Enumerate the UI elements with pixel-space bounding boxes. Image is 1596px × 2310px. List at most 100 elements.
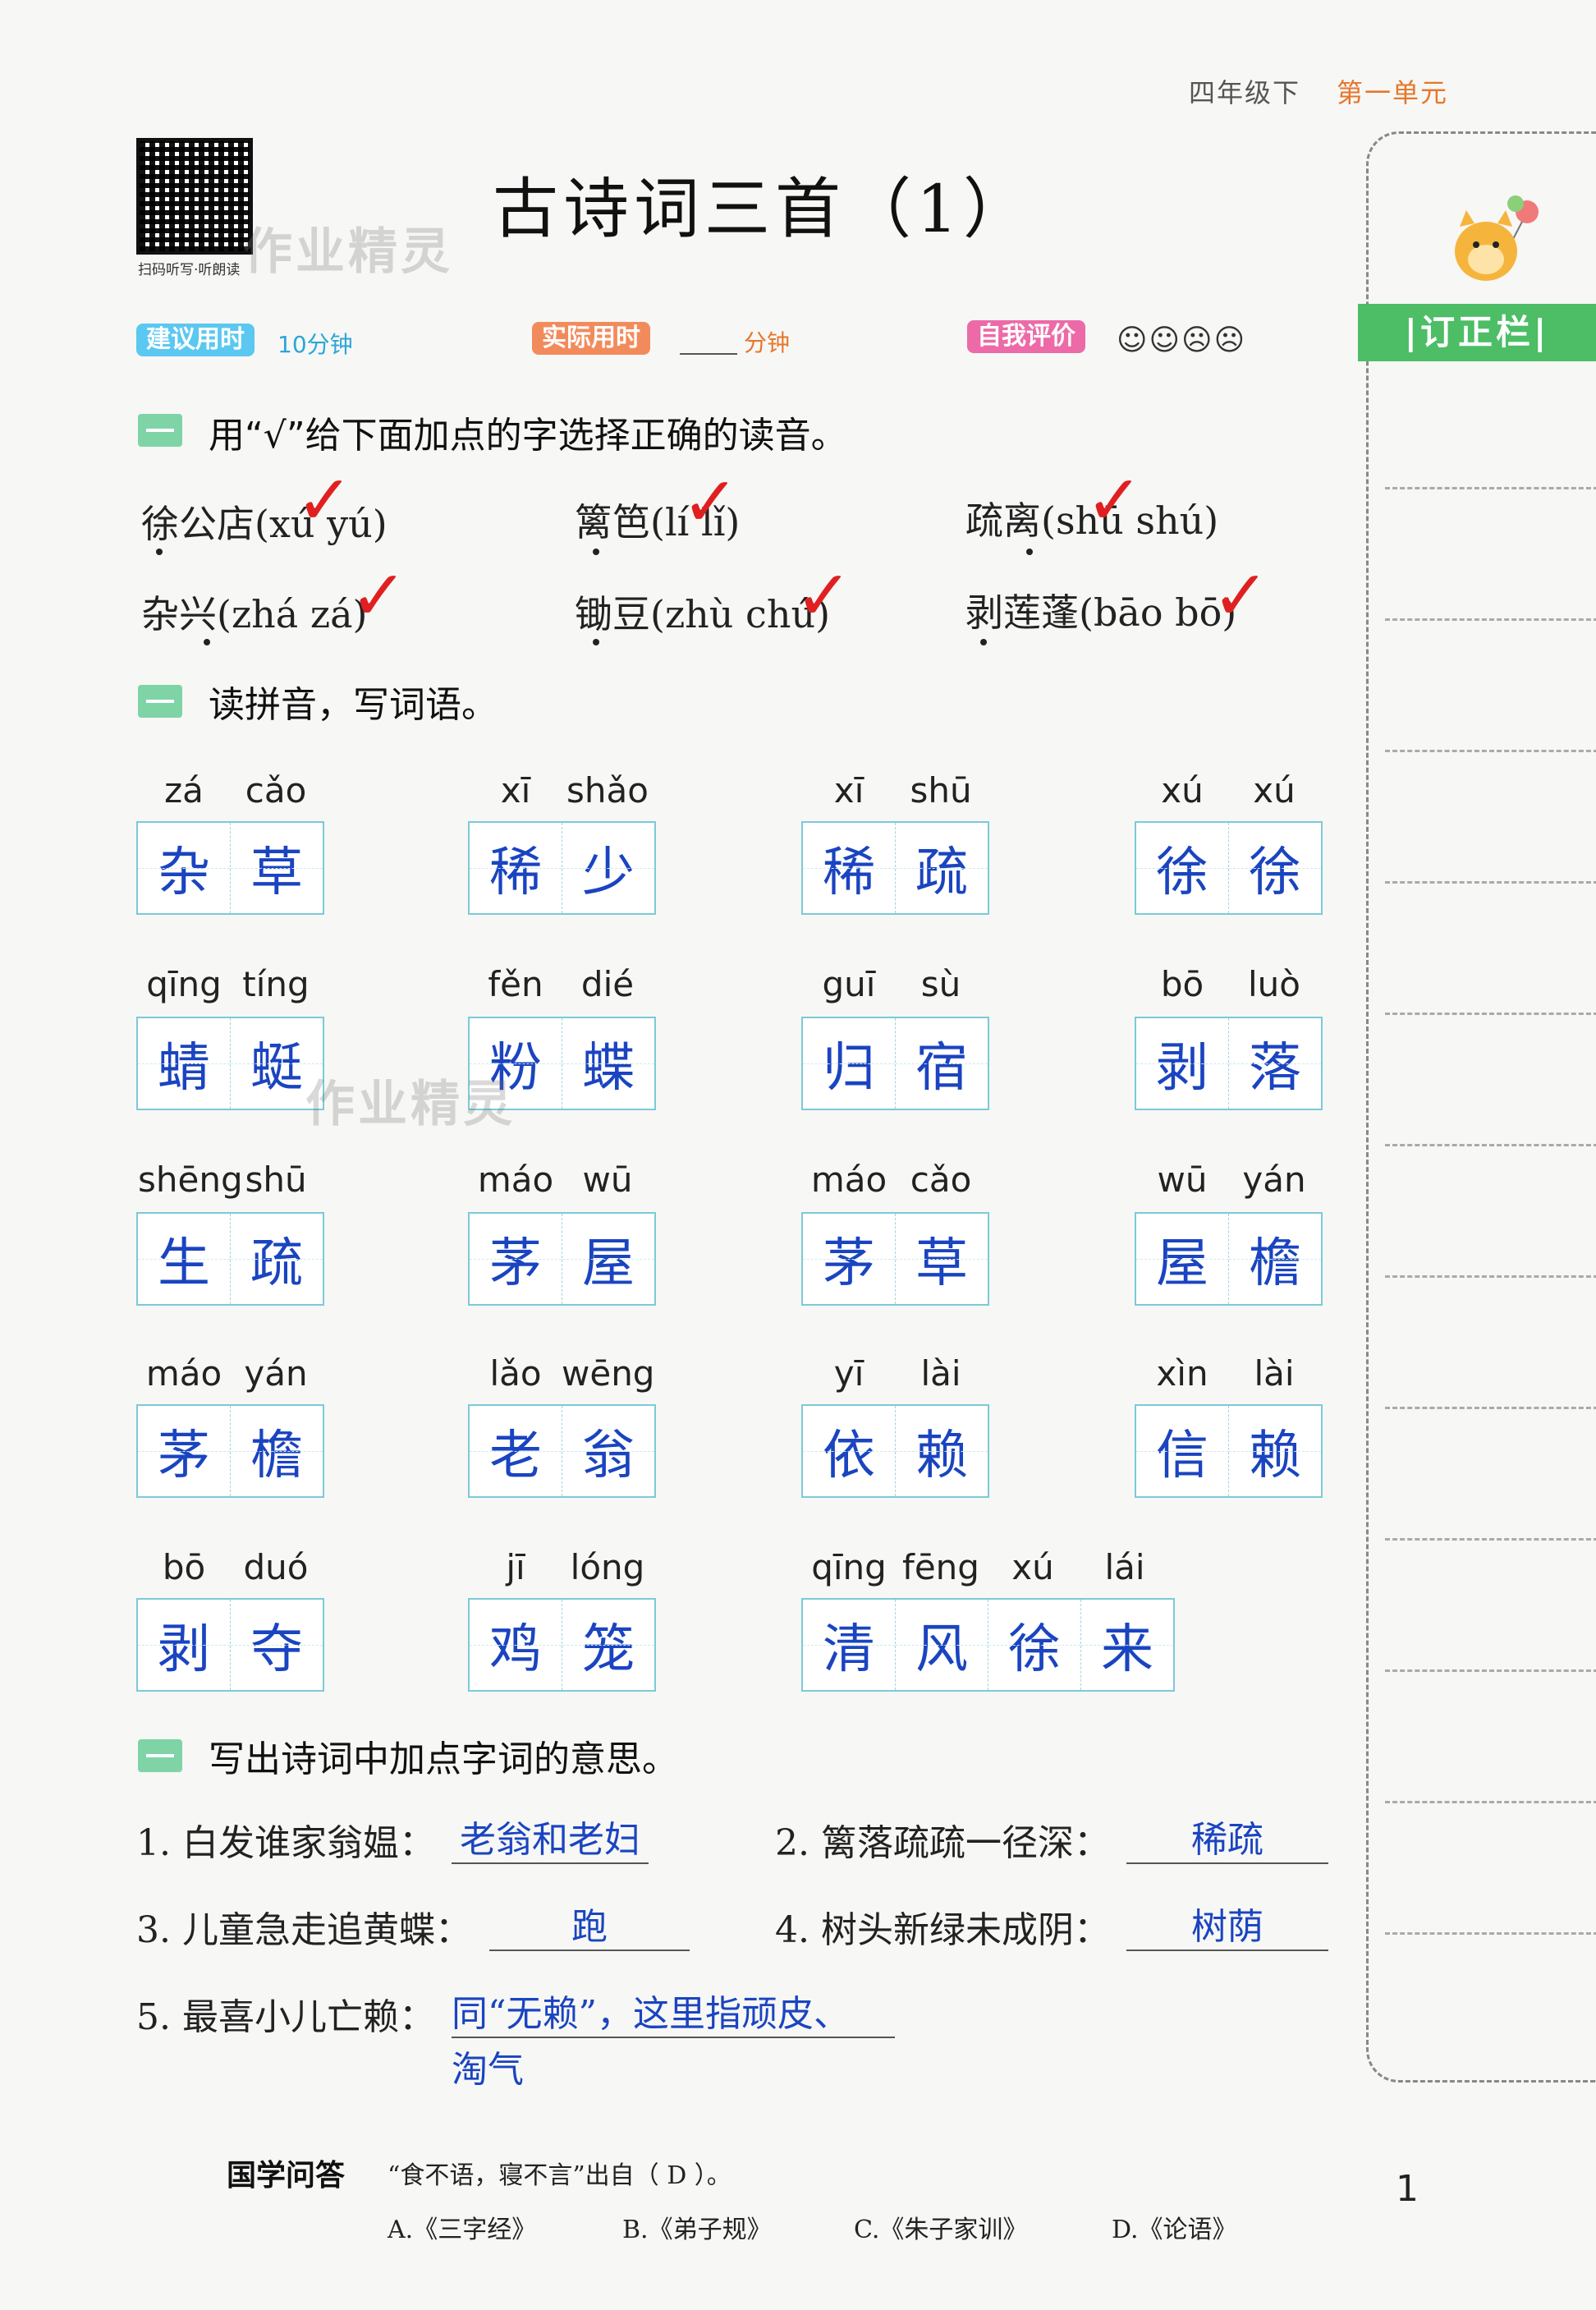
char-cell: 草	[896, 1214, 988, 1304]
pinyin: xìn	[1156, 1353, 1208, 1394]
pinyin: xú	[1253, 770, 1296, 811]
section2-badge-icon	[138, 685, 182, 718]
word-box[interactable]: 依赖	[801, 1404, 989, 1498]
word-box[interactable]: 杂草	[136, 821, 324, 915]
workbook-page: 四年级下 第一单元 扫码听写·听朗读 作业精灵 古诗词三首（1） 建议用时 10…	[0, 0, 1596, 2310]
word-box[interactable]: 剥夺	[136, 1598, 324, 1692]
char-cell: 夺	[231, 1600, 323, 1690]
self-eval-tag: 自我评价	[967, 320, 1085, 353]
self-eval-faces-icon[interactable]: ☺☺☹☹	[1117, 324, 1246, 357]
word-box[interactable]: 生疏	[136, 1212, 324, 1306]
page-number: 1	[1396, 2168, 1419, 2210]
answer-field[interactable]: 树荫	[1126, 1897, 1328, 1951]
correction-sidebar[interactable]	[1366, 131, 1596, 2083]
char-cell: 檐	[1229, 1214, 1321, 1304]
pinyin: máo	[810, 1160, 887, 1200]
guoxue-option-b: B.《弟子规》	[622, 2216, 772, 2244]
pinyin: duó	[243, 1547, 309, 1587]
char-cell: 稀	[470, 823, 562, 913]
pinyin: lài	[920, 1353, 961, 1394]
char-cell: 檐	[231, 1406, 323, 1496]
char-cell: 鸡	[470, 1600, 562, 1690]
word-box[interactable]: 剥落	[1135, 1017, 1323, 1110]
q3-item-3: 3. 儿童急走追黄蝶：	[136, 1909, 471, 1951]
word-box[interactable]: 茅檐	[136, 1404, 324, 1498]
char-cell: 疏	[896, 823, 988, 913]
section3-heading: 写出诗词中加点字词的意思。	[209, 1738, 678, 1780]
char-cell: 翁	[562, 1406, 654, 1496]
char-cell: 老	[470, 1406, 562, 1496]
q1-item-4: 杂兴(zhá zá)	[141, 592, 368, 636]
guoxue-title: 国学问答	[227, 2159, 346, 2193]
pinyin: zá	[164, 770, 204, 811]
pinyin: shǎo	[566, 770, 649, 811]
pinyin: jī	[506, 1547, 525, 1587]
char-cell: 徐	[1229, 823, 1321, 913]
suggest-time-tag: 建议用时	[136, 324, 255, 356]
q1-item-5: 锄豆(zhù chú)	[575, 592, 831, 636]
pinyin: guī	[822, 964, 876, 1004]
char-cell: 疏	[231, 1214, 323, 1304]
answer-field[interactable]: 跑	[489, 1897, 690, 1951]
actual-time-unit: 分钟	[744, 329, 791, 356]
q3-item-5: 5. 最喜小儿亡赖：	[136, 1996, 435, 2038]
pinyin: xú	[1161, 770, 1204, 811]
word-box[interactable]: 鸡笼	[468, 1598, 656, 1692]
char-cell: 杂	[138, 823, 231, 913]
pinyin: yán	[244, 1353, 308, 1394]
word-box[interactable]: 稀疏	[801, 821, 989, 915]
check-mark-icon: ✓	[1085, 460, 1144, 540]
char-cell: 宿	[896, 1018, 988, 1109]
word-box[interactable]: 稀少	[468, 821, 656, 915]
char-cell: 信	[1136, 1406, 1229, 1496]
pinyin: fěn	[488, 964, 543, 1004]
pinyin: xú	[1011, 1547, 1054, 1587]
pinyin: qīng	[811, 1547, 887, 1587]
header-unit: 第一单元	[1337, 77, 1449, 108]
pinyin: xī	[500, 770, 531, 811]
word-box[interactable]: 屋檐	[1135, 1212, 1323, 1306]
char-cell: 稀	[803, 823, 896, 913]
pinyin: qīng	[146, 964, 222, 1004]
pinyin: lǎo	[489, 1353, 542, 1394]
pinyin: lái	[1104, 1547, 1145, 1587]
answer-field[interactable]: 稀疏	[1126, 1810, 1328, 1864]
word-box[interactable]: 老翁	[468, 1404, 656, 1498]
char-cell: 屋	[562, 1214, 654, 1304]
watermark-logo: 作业精灵	[305, 1076, 516, 1133]
char-cell: 屋	[1136, 1214, 1229, 1304]
pinyin: shū	[910, 770, 972, 811]
pinyin: yán	[1242, 1160, 1306, 1200]
pinyin: wēng	[562, 1353, 655, 1394]
word-box[interactable]: 蜻蜓	[136, 1017, 324, 1110]
section3-badge-icon	[138, 1739, 182, 1772]
pinyin: tíng	[242, 964, 310, 1004]
char-cell: 清	[803, 1600, 896, 1690]
guoxue-option-a: A.《三字经》	[388, 2216, 537, 2244]
check-mark-icon: ✓	[795, 555, 853, 636]
watermark-logo: 作业精灵	[243, 223, 453, 281]
char-cell: 蝶	[562, 1018, 654, 1109]
char-cell: 来	[1081, 1600, 1173, 1690]
char-cell: 风	[896, 1600, 988, 1690]
word-box[interactable]: 信赖	[1135, 1404, 1323, 1498]
qr-code-icon[interactable]	[136, 138, 253, 255]
word-box[interactable]: 徐徐	[1135, 821, 1323, 915]
check-mark-icon: ✓	[681, 462, 740, 542]
pinyin: sù	[920, 964, 961, 1004]
pinyin: cǎo	[245, 770, 307, 811]
q3-item-1: 1. 白发谁家翁媪：	[136, 1822, 435, 1864]
answer-field[interactable]: 同“无赖”，这里指顽皮、	[452, 1984, 895, 2038]
answer-field[interactable]: 老翁和老妇	[452, 1810, 649, 1864]
pinyin: wū	[1157, 1160, 1208, 1200]
pinyin: lóng	[570, 1547, 645, 1587]
actual-time-blank[interactable]	[680, 353, 737, 355]
word-box[interactable]: 茅草	[801, 1212, 989, 1306]
char-cell: 剥	[1136, 1018, 1229, 1109]
char-cell: 茅	[803, 1214, 896, 1304]
char-cell: 赖	[1229, 1406, 1321, 1496]
char-cell: 赖	[896, 1406, 988, 1496]
word-box[interactable]: 清风徐来	[801, 1598, 1175, 1692]
word-box[interactable]: 归宿	[801, 1017, 989, 1110]
word-box[interactable]: 茅屋	[468, 1212, 656, 1306]
